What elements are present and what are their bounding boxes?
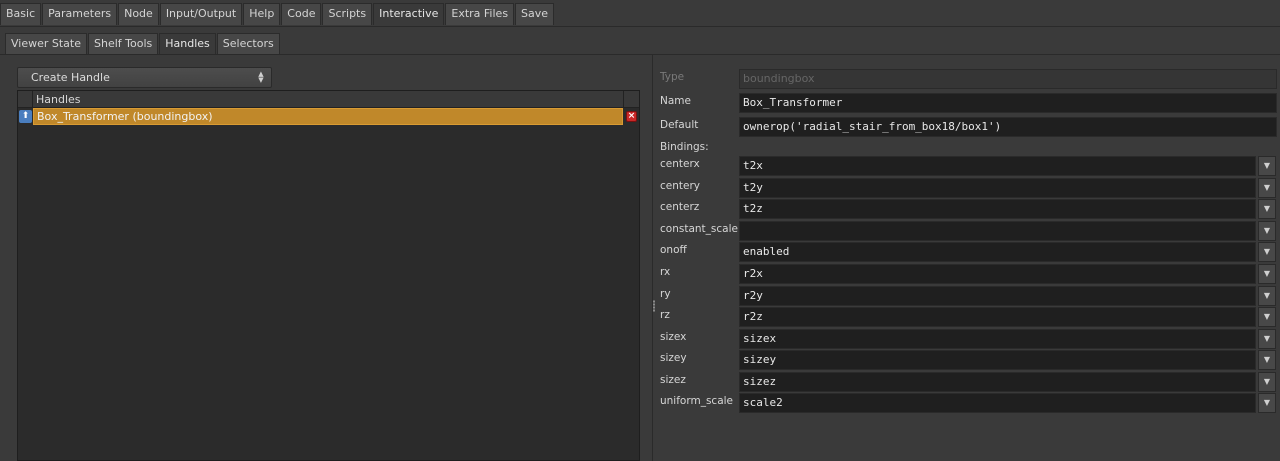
tab-shelf-tools[interactable]: Shelf Tools: [88, 33, 159, 54]
binding-row-sizey: sizey sizey ▼: [655, 349, 1280, 371]
binding-field[interactable]: t2y: [739, 178, 1256, 198]
tab-scripts[interactable]: Scripts: [322, 3, 373, 25]
binding-row-rz: rz r2z ▼: [655, 306, 1280, 328]
updown-arrows-icon: ▲ ▼: [258, 70, 264, 84]
binding-field[interactable]: r2x: [739, 264, 1256, 284]
name-row: Name Box_Transformer: [655, 92, 1280, 114]
dropdown-arrow-icon[interactable]: ▼: [1258, 264, 1276, 284]
binding-row-centerz: centerz t2z ▼: [655, 198, 1280, 220]
tab-save[interactable]: Save: [515, 3, 555, 25]
name-label: Name: [660, 95, 691, 107]
dropdown-arrow-icon[interactable]: ▼: [1258, 329, 1276, 349]
dropdown-arrow-icon[interactable]: ▼: [1258, 199, 1276, 219]
binding-field[interactable]: r2z: [739, 307, 1256, 327]
binding-row-sizez: sizez sizez ▼: [655, 371, 1280, 393]
dropdown-arrow-icon[interactable]: ▼: [1258, 221, 1276, 241]
binding-label: uniform_scale: [660, 395, 734, 407]
tab-extra-files[interactable]: Extra Files: [445, 3, 515, 25]
binding-label: rz: [660, 309, 670, 321]
default-label: Default: [660, 119, 699, 131]
create-handle-label: Create Handle: [31, 71, 110, 84]
handles-column-header: Handles: [36, 93, 81, 106]
binding-row-centerx: centerx t2x ▼: [655, 155, 1280, 177]
bindings-label: Bindings:: [660, 141, 709, 153]
header-tail-cell: [623, 91, 639, 107]
tab-parameters[interactable]: Parameters: [42, 3, 118, 25]
sub-tab-bar: Viewer State Shelf Tools Handles Selecto…: [0, 27, 1280, 55]
handle-arrow-icon: ⬆: [19, 110, 32, 123]
handle-item-label[interactable]: Box_Transformer (boundingbox): [33, 108, 623, 125]
dropdown-arrow-icon[interactable]: ▼: [1258, 372, 1276, 392]
binding-field[interactable]: [739, 221, 1256, 241]
binding-label: constant_scale: [660, 223, 738, 235]
tab-help[interactable]: Help: [243, 3, 281, 25]
dropdown-arrow-icon[interactable]: ▼: [1258, 286, 1276, 306]
binding-label: centerz: [660, 201, 700, 213]
type-field: boundingbox: [739, 69, 1277, 89]
tab-interactive[interactable]: Interactive: [373, 3, 445, 25]
tab-node[interactable]: Node: [118, 3, 159, 25]
binding-label: ry: [660, 288, 671, 300]
binding-label: onoff: [660, 244, 687, 256]
dropdown-arrow-icon[interactable]: ▼: [1258, 242, 1276, 262]
binding-label: sizez: [660, 374, 686, 386]
dropdown-arrow-icon[interactable]: ▼: [1258, 350, 1276, 370]
binding-field[interactable]: enabled: [739, 242, 1256, 262]
default-field[interactable]: ownerop('radial_stair_from_box18/box1'): [739, 117, 1277, 137]
default-row: Default ownerop('radial_stair_from_box18…: [655, 116, 1280, 138]
binding-row-centery: centery t2y ▼: [655, 177, 1280, 199]
tab-viewer-state[interactable]: Viewer State: [5, 33, 88, 54]
binding-field[interactable]: sizez: [739, 372, 1256, 392]
dropdown-arrow-icon[interactable]: ▼: [1258, 307, 1276, 327]
list-item[interactable]: ⬆ Box_Transformer (boundingbox) ×: [18, 108, 639, 125]
main-tab-bar: Basic Parameters Node Input/Output Help …: [0, 0, 1280, 27]
binding-field[interactable]: sizex: [739, 329, 1256, 349]
header-lead-cell: [18, 91, 33, 107]
handles-list[interactable]: Handles ⬆ Box_Transformer (boundingbox) …: [17, 90, 640, 461]
handles-list-header: Handles: [18, 91, 639, 108]
binding-row-sizex: sizex sizex ▼: [655, 328, 1280, 350]
dropdown-arrow-icon[interactable]: ▼: [1258, 393, 1276, 413]
delete-x-icon[interactable]: ×: [626, 111, 637, 122]
dropdown-arrow-icon[interactable]: ▼: [1258, 178, 1276, 198]
binding-row-constant-scale: constant_scale ▼: [655, 220, 1280, 242]
type-row: Type boundingbox: [655, 68, 1280, 90]
handle-properties-panel: Type boundingbox Name Box_Transformer De…: [655, 66, 1280, 461]
binding-row-onoff: onoff enabled ▼: [655, 241, 1280, 263]
name-field[interactable]: Box_Transformer: [739, 93, 1277, 113]
tab-input-output[interactable]: Input/Output: [159, 3, 243, 25]
binding-field[interactable]: r2y: [739, 286, 1256, 306]
dropdown-arrow-icon[interactable]: ▼: [1258, 156, 1276, 176]
binding-row-rx: rx r2x ▼: [655, 263, 1280, 285]
create-handle-menu[interactable]: Create Handle ▲ ▼: [17, 67, 272, 88]
binding-label: sizey: [660, 352, 687, 364]
binding-field[interactable]: t2z: [739, 199, 1256, 219]
type-label: Type: [660, 71, 685, 83]
tab-basic[interactable]: Basic: [0, 3, 42, 25]
binding-field[interactable]: scale2: [739, 393, 1256, 413]
binding-label: centery: [660, 180, 700, 192]
binding-label: sizex: [660, 331, 687, 343]
binding-label: centerx: [660, 158, 700, 170]
binding-label: rx: [660, 266, 671, 278]
binding-row-ry: ry r2y ▼: [655, 285, 1280, 307]
binding-row-uniform-scale: uniform_scale scale2 ▼: [655, 392, 1280, 414]
tab-code[interactable]: Code: [281, 3, 322, 25]
binding-field[interactable]: t2x: [739, 156, 1256, 176]
binding-field[interactable]: sizey: [739, 350, 1256, 370]
tab-handles[interactable]: Handles: [159, 33, 216, 54]
tab-selectors[interactable]: Selectors: [216, 33, 280, 54]
